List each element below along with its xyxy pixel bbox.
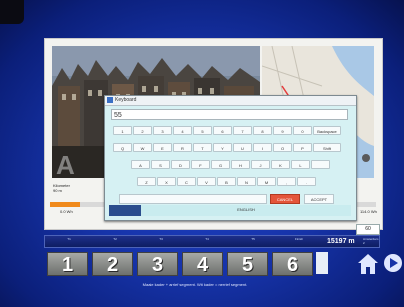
cancel-key[interactable]: CANCEL <box>270 194 300 204</box>
key-h[interactable]: H <box>231 160 250 169</box>
key-b[interactable]: B <box>217 177 236 186</box>
key-s[interactable]: S <box>151 160 170 169</box>
key-z[interactable]: Z <box>137 177 156 186</box>
distance-input[interactable]: 60 <box>356 224 380 235</box>
speed-bar-fill <box>50 202 81 207</box>
segment-button-2[interactable]: 2 <box>92 252 133 276</box>
key-l[interactable]: L <box>291 160 310 169</box>
footer-left-block <box>109 205 141 216</box>
dialog-titlebar: Keyboard <box>105 96 356 106</box>
key-shift[interactable]: Shift <box>313 143 341 152</box>
map-thumbnail <box>316 252 328 274</box>
key-r[interactable]: R <box>173 143 192 152</box>
key-w[interactable]: W <box>133 143 152 152</box>
segment-button-1[interactable]: 1 <box>47 252 88 276</box>
segment-button-5[interactable]: 5 <box>227 252 268 276</box>
segment-button-3[interactable]: 3 <box>137 252 178 276</box>
right-speed-value: 114.0 Wh <box>360 209 377 214</box>
legend-text: Maaie kader + arrief segment. Wit kader … <box>142 282 248 287</box>
key-o[interactable]: O <box>273 143 292 152</box>
segment-strip: T1 T2 T3 T4 T5 Finish 15197 m Amsterdam 2 <box>44 235 380 248</box>
keyboard-input[interactable]: 55 <box>111 109 348 120</box>
strip-right-label: Amsterdam 2 <box>363 237 379 245</box>
left-status: Kilometer 90 m <box>53 183 70 193</box>
key-d[interactable]: D <box>171 160 190 169</box>
key-backspace[interactable]: Backspace <box>313 126 341 135</box>
key-q[interactable]: Q <box>113 143 132 152</box>
key-p[interactable]: P <box>293 143 312 152</box>
key-n[interactable]: N <box>237 177 256 186</box>
segment-button-4[interactable]: 4 <box>182 252 223 276</box>
segment-button-6[interactable]: 6 <box>272 252 313 276</box>
key-2[interactable]: 2 <box>133 126 152 135</box>
key-0[interactable]: 0 <box>293 126 312 135</box>
strip-cell: T5 <box>251 237 255 241</box>
play-icon[interactable] <box>383 253 403 273</box>
key-y[interactable]: Y <box>213 143 232 152</box>
status-left-value: 90 m <box>53 188 62 193</box>
key-6[interactable]: 6 <box>213 126 232 135</box>
bezel-corner <box>0 0 24 24</box>
key-4[interactable]: 4 <box>173 126 192 135</box>
key-1[interactable]: 1 <box>113 126 132 135</box>
strip-cell: Finish <box>294 237 303 241</box>
key-u[interactable]: U <box>233 143 252 152</box>
space-key[interactable] <box>119 194 267 204</box>
strip-cell: T2 <box>113 237 117 241</box>
strip-cell: T3 <box>159 237 163 241</box>
key-m[interactable]: M <box>257 177 276 186</box>
svg-text:A: A <box>56 150 75 178</box>
key-,[interactable]: , <box>277 177 296 186</box>
key-c[interactable]: C <box>177 177 196 186</box>
key-.[interactable]: . <box>297 177 316 186</box>
keyboard-dialog: Keyboard 55 1 2 3 4 5 6 7 8 9 0 Backspace Q W E R T Y U I O… <box>104 95 357 221</box>
key-5[interactable]: 5 <box>193 126 212 135</box>
key-j[interactable]: J <box>251 160 270 169</box>
total-distance: 15197 m <box>327 238 355 245</box>
left-speed-value: 0.0 Wh <box>60 209 73 214</box>
key-e[interactable]: E <box>153 143 172 152</box>
key-i[interactable]: I <box>253 143 272 152</box>
key-k[interactable]: K <box>271 160 290 169</box>
key-f[interactable]: F <box>191 160 210 169</box>
dialog-footer: ENGLISH <box>141 205 351 216</box>
strip-cell: T4 <box>205 237 209 241</box>
key-3[interactable]: 3 <box>153 126 172 135</box>
strip-cell: T1 <box>67 237 71 241</box>
language-label: ENGLISH <box>237 207 255 212</box>
key-9[interactable]: 9 <box>273 126 292 135</box>
key-a[interactable]: A <box>131 160 150 169</box>
key-blank[interactable] <box>311 160 330 169</box>
key-7[interactable]: 7 <box>233 126 252 135</box>
home-icon[interactable] <box>357 253 379 275</box>
keyboard-icon <box>107 97 113 103</box>
dialog-title: Keyboard <box>115 97 137 103</box>
speed-bar <box>50 202 105 207</box>
key-v[interactable]: V <box>197 177 216 186</box>
key-t[interactable]: T <box>193 143 212 152</box>
left-speed: 0.0 Wh <box>60 209 73 214</box>
accept-key[interactable]: ACCEPT <box>304 194 334 204</box>
key-8[interactable]: 8 <box>253 126 272 135</box>
key-g[interactable]: G <box>211 160 230 169</box>
right-speed: 114.0 Wh <box>360 209 377 214</box>
key-x[interactable]: X <box>157 177 176 186</box>
